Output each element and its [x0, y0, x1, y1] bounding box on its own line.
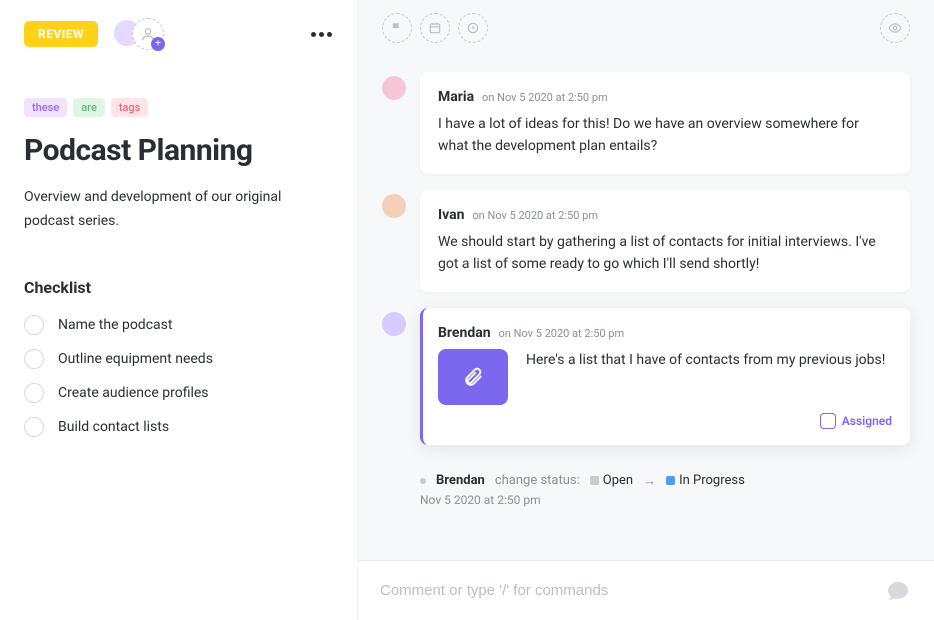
arrow-icon: →	[643, 473, 656, 489]
checklist-item-label: Name the podcast	[58, 317, 172, 333]
priority-button[interactable]	[382, 13, 412, 43]
checklist-item-label: Build contact lists	[58, 419, 169, 435]
activity-feed: Maria on Nov 5 2020 at 2:50 pm I have a …	[358, 56, 934, 560]
task-detail-panel: REVIEW + these are tags Podcast Planning…	[0, 0, 358, 620]
plus-icon: +	[151, 37, 165, 51]
dot-icon	[420, 478, 426, 484]
comment-timestamp: on Nov 5 2020 at 2:50 pm	[499, 327, 625, 340]
checkbox-icon[interactable]	[24, 383, 44, 403]
comment-body: Here's a list that I have of contacts fr…	[526, 349, 892, 371]
avatar[interactable]	[382, 312, 406, 336]
activity-panel: Maria on Nov 5 2020 at 2:50 pm I have a …	[358, 0, 934, 620]
more-menu-button[interactable]	[309, 22, 333, 46]
assignee-avatars: +	[112, 18, 164, 50]
comment-body: I have a lot of ideas for this! Do we ha…	[438, 113, 892, 158]
checkbox-icon[interactable]	[24, 417, 44, 437]
time-button[interactable]	[458, 13, 488, 43]
event-author: Brendan	[436, 473, 485, 488]
tag[interactable]: are	[73, 98, 105, 117]
comment: Maria on Nov 5 2020 at 2:50 pm I have a …	[382, 72, 910, 174]
checkbox-icon[interactable]	[24, 349, 44, 369]
send-button[interactable]	[884, 577, 912, 605]
comment-author: Ivan	[438, 207, 464, 223]
activity-toolbar	[358, 0, 934, 56]
status-to: In Progress	[666, 473, 745, 488]
comment: Brendan on Nov 5 2020 at 2:50 pm Here's …	[382, 308, 910, 445]
avatar[interactable]	[382, 194, 406, 218]
checklist-item[interactable]: Build contact lists	[24, 417, 333, 437]
checklist-item[interactable]: Name the podcast	[24, 315, 333, 335]
chat-bubble-icon	[886, 579, 910, 603]
calendar-icon	[428, 21, 442, 35]
status-change-event: Brendan change status: Open → In Progres…	[420, 473, 910, 489]
paperclip-icon	[462, 366, 484, 388]
clock-icon	[466, 21, 480, 35]
comment-card[interactable]: Brendan on Nov 5 2020 at 2:50 pm Here's …	[420, 308, 910, 445]
eye-icon	[888, 21, 902, 35]
status-badge[interactable]: REVIEW	[24, 21, 98, 47]
watch-button[interactable]	[880, 13, 910, 43]
task-title[interactable]: Podcast Planning	[24, 133, 333, 168]
checklist-item-label: Outline equipment needs	[58, 351, 213, 367]
comment-author: Brendan	[438, 325, 491, 341]
checklist-item[interactable]: Outline equipment needs	[24, 349, 333, 369]
comment-card[interactable]: Ivan on Nov 5 2020 at 2:50 pm We should …	[420, 190, 910, 292]
assigned-label: Assigned	[842, 414, 892, 428]
checklist-item[interactable]: Create audience profiles	[24, 383, 333, 403]
comment-composer	[358, 560, 934, 620]
attachment-thumbnail[interactable]	[438, 349, 508, 405]
status-from: Open	[590, 473, 633, 488]
assigned-badge[interactable]: Assigned	[820, 413, 892, 429]
checkbox-icon	[820, 413, 836, 429]
task-header: REVIEW +	[24, 18, 333, 50]
task-description[interactable]: Overview and development of our original…	[24, 186, 333, 234]
flag-icon	[390, 21, 404, 35]
checklist-item-label: Create audience profiles	[58, 385, 209, 401]
event-timestamp: Nov 5 2020 at 2:50 pm	[420, 493, 910, 507]
checkbox-icon[interactable]	[24, 315, 44, 335]
comment-timestamp: on Nov 5 2020 at 2:50 pm	[482, 91, 608, 104]
comment-timestamp: on Nov 5 2020 at 2:50 pm	[472, 209, 598, 222]
add-assignee-button[interactable]: +	[132, 18, 164, 50]
date-button[interactable]	[420, 13, 450, 43]
comment-input[interactable]	[380, 582, 884, 599]
checklist-heading: Checklist	[24, 278, 333, 297]
tag[interactable]: tags	[111, 98, 149, 117]
tag-list: these are tags	[24, 98, 333, 117]
comment-body: We should start by gathering a list of c…	[438, 231, 892, 276]
event-action: change status:	[495, 473, 580, 488]
comment-card[interactable]: Maria on Nov 5 2020 at 2:50 pm I have a …	[420, 72, 910, 174]
avatar[interactable]	[382, 76, 406, 100]
comment-author: Maria	[438, 89, 474, 105]
comment: Ivan on Nov 5 2020 at 2:50 pm We should …	[382, 190, 910, 292]
tag[interactable]: these	[24, 98, 67, 117]
